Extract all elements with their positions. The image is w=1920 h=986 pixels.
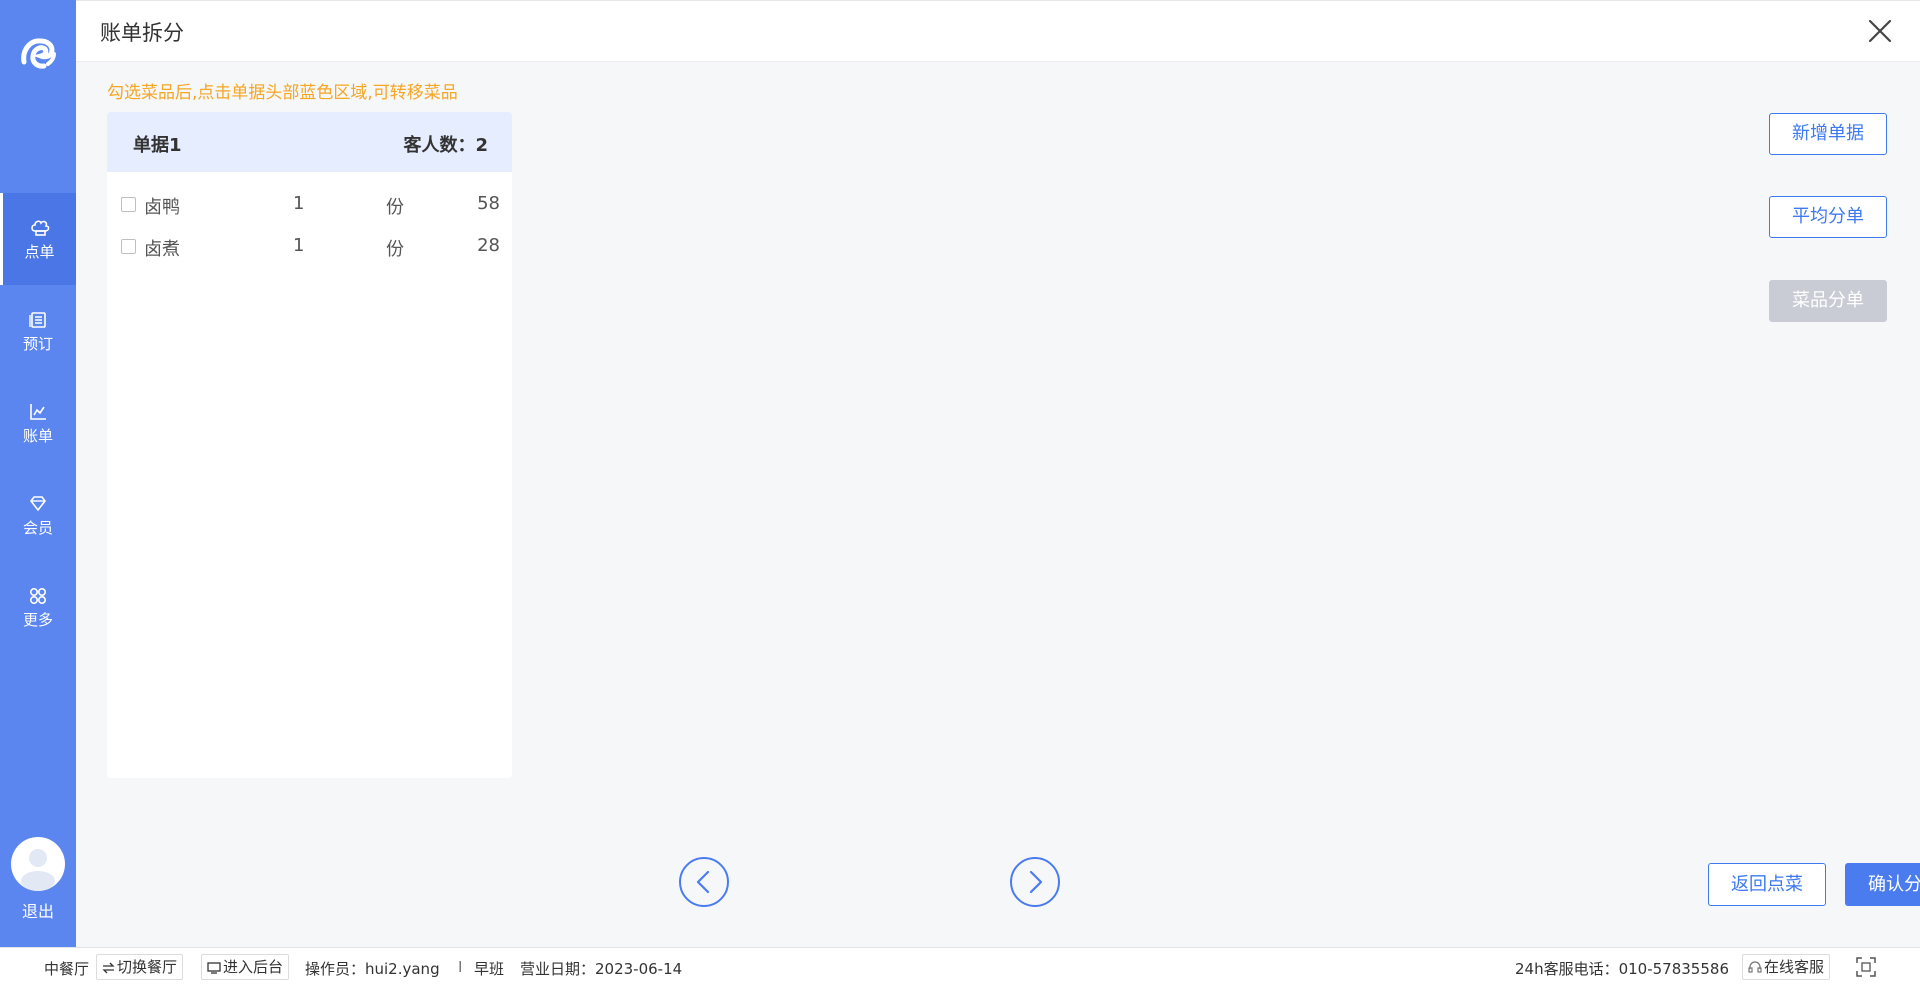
item-price: 58 — [477, 193, 500, 214]
confirm-split-button[interactable]: 确认分单 — [1845, 863, 1920, 906]
chevron-right-icon — [1029, 870, 1043, 894]
list-item: 卤煮 1 份 28 — [107, 224, 512, 266]
sidebar-item-label: 账单 — [22, 427, 53, 445]
separator: I — [458, 958, 463, 976]
switch-restaurant-button[interactable]: 切换餐厅 — [96, 954, 184, 980]
booking-icon — [29, 312, 46, 328]
sidebar-item-label: 点单 — [24, 243, 55, 261]
add-bill-button[interactable]: 新增单据 — [1769, 113, 1887, 155]
item-checkbox[interactable] — [121, 239, 136, 254]
back-to-order-button[interactable]: 返回点菜 — [1708, 863, 1826, 906]
sidebar: 点单 预订 账单 会员 更多 退出 — [0, 0, 76, 947]
restaurant-name: 中餐厅 — [44, 960, 90, 978]
sidebar-item-bills[interactable]: 账单 — [0, 377, 76, 469]
chart-icon — [30, 404, 46, 420]
main-content: 勾选菜品后,点击单据头部蓝色区域,可转移菜品 单据1 客人数：2 卤鸭 1 份 … — [76, 62, 1920, 947]
hint-text: 勾选菜品后,点击单据头部蓝色区域,可转移菜品 — [107, 83, 458, 103]
close-icon[interactable] — [1864, 15, 1896, 47]
average-split-button[interactable]: 平均分单 — [1769, 196, 1887, 238]
dialog-header: 账单拆分 — [76, 0, 1920, 62]
sidebar-item-booking[interactable]: 预订 — [0, 285, 76, 377]
business-date: 营业日期：2023-06-14 — [520, 960, 683, 978]
avatar[interactable] — [11, 837, 65, 891]
shift-label: 早班 — [474, 960, 505, 978]
item-price: 28 — [477, 235, 500, 256]
prev-page-button[interactable] — [679, 857, 729, 907]
swap-icon — [102, 962, 115, 974]
enter-backend-button[interactable]: 进入后台 — [201, 954, 290, 980]
item-name: 卤鸭 — [144, 197, 180, 218]
hotline: 24h客服电话：010-57835586 — [1515, 960, 1729, 978]
operator-info: 操作员：hui2.yang — [305, 960, 440, 978]
app-logo — [21, 38, 56, 69]
item-unit: 份 — [386, 239, 404, 260]
fullscreen-icon[interactable] — [1856, 957, 1876, 977]
status-bar: 中餐厅 切换餐厅 进入后台 操作员：hui2.yang I 早班 营业日期：20… — [0, 947, 1920, 986]
chevron-left-icon — [696, 870, 710, 894]
online-service-button[interactable]: 在线客服 — [1742, 954, 1831, 980]
monitor-icon — [207, 962, 221, 974]
sidebar-item-label: 更多 — [22, 611, 53, 629]
next-page-button[interactable] — [1010, 857, 1060, 907]
item-qty: 1 — [293, 235, 305, 256]
item-checkbox[interactable] — [121, 197, 136, 212]
diamond-icon — [29, 496, 47, 512]
list-item: 卤鸭 1 份 58 — [107, 182, 512, 224]
dish-split-button[interactable]: 菜品分单 — [1769, 280, 1887, 322]
sidebar-item-label: 预订 — [22, 335, 53, 353]
sidebar-item-more[interactable]: 更多 — [0, 561, 76, 653]
grid-icon — [29, 587, 47, 605]
bill-header[interactable]: 单据1 客人数：2 — [107, 112, 512, 172]
sidebar-item-order[interactable]: 点单 — [0, 193, 76, 285]
bill-name: 单据1 — [133, 135, 182, 156]
bill-card: 单据1 客人数：2 卤鸭 1 份 58 卤煮 1 份 28 — [107, 112, 512, 778]
sidebar-item-member[interactable]: 会员 — [0, 469, 76, 561]
item-qty: 1 — [293, 193, 305, 214]
user-icon — [21, 849, 55, 891]
headset-icon — [1748, 961, 1762, 973]
sidebar-item-label: 会员 — [22, 519, 53, 537]
item-name: 卤煮 — [144, 239, 180, 260]
page-title: 账单拆分 — [100, 21, 184, 45]
chef-hat-icon — [30, 220, 49, 236]
guest-count: 客人数：2 — [403, 135, 488, 156]
logout-button[interactable]: 退出 — [0, 898, 76, 922]
item-unit: 份 — [386, 197, 404, 218]
